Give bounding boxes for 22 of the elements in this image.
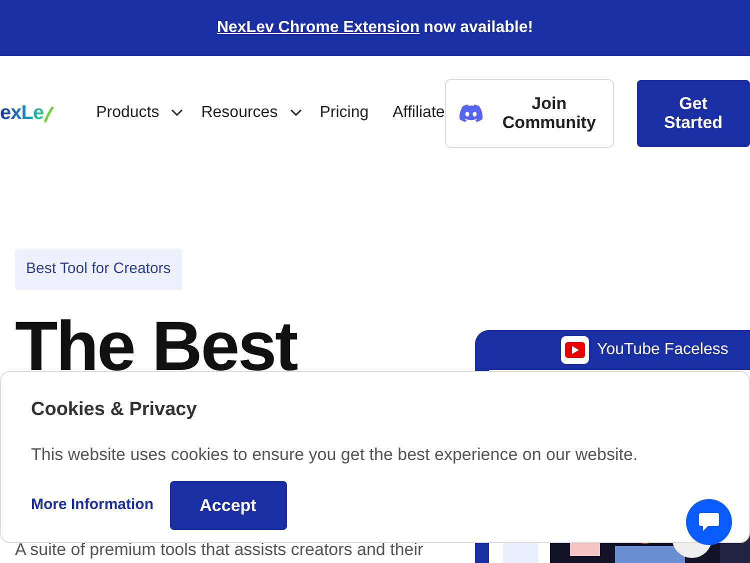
chevron-down-icon: [290, 109, 302, 117]
cookie-title: Cookies & Privacy: [31, 398, 198, 422]
join-community-button[interactable]: Join Community: [444, 78, 614, 148]
extension-link[interactable]: NexLev Chrome Extension: [216, 16, 420, 40]
nav-link[interactable]: Pricing: [320, 101, 369, 125]
nav-link[interactable]: Affiliate: [392, 101, 445, 125]
video-play-icon: [561, 336, 589, 364]
more-information-link[interactable]: More Information: [31, 494, 154, 517]
chevron-down-icon: [171, 109, 184, 117]
hero-description: A suite of premium tools that assists creators and their: [15, 540, 424, 560]
hero-heading: The Best: [15, 306, 298, 386]
chat-bubble-icon: [698, 512, 720, 532]
logo[interactable]: exLe: [0, 98, 96, 128]
accept-button[interactable]: Accept: [170, 481, 286, 530]
nav-link[interactable]: Products: [96, 101, 160, 125]
badge: Best Tool for Creators: [15, 249, 182, 290]
announcement-text: now available!: [424, 18, 534, 38]
cookie-message: This website uses cookies to ensure you get the best experience on our website.: [31, 444, 639, 466]
get-started-button[interactable]: Get Started: [636, 80, 750, 146]
nav-link[interactable]: Resources: [201, 101, 278, 125]
card-title: YouTube Faceless: [597, 340, 728, 360]
discord-icon: [459, 104, 484, 122]
